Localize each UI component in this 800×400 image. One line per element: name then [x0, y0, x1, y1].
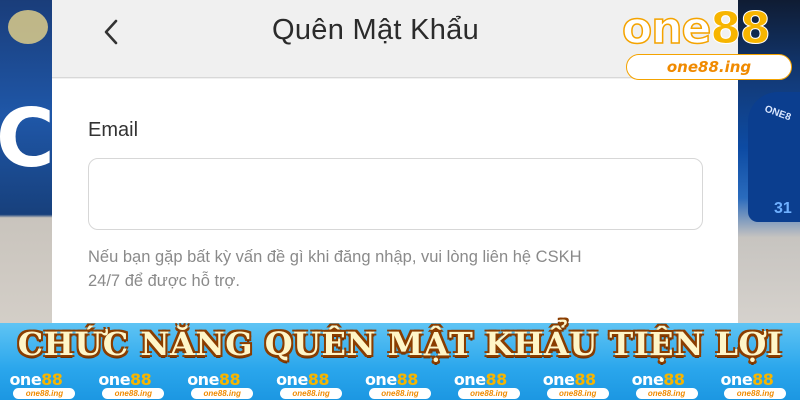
logo-88: 88	[710, 3, 771, 55]
watermark-logo: one88 one88.ing	[92, 371, 174, 400]
watermark-logo: one88 one88.ing	[448, 371, 530, 400]
caption-banner: CHỨC NĂNG QUÊN MẬT KHẨU TIỆN LỢI one88 on…	[0, 323, 800, 400]
background-photo-left: C	[0, 0, 52, 330]
watermark-logo: one88 one88.ing	[537, 371, 619, 400]
watermark-one: one	[9, 370, 42, 389]
watermark-one: one	[453, 370, 486, 389]
watermark-88: 88	[485, 370, 508, 389]
watermark-wordmark: one88	[276, 370, 330, 389]
email-label: Email	[88, 119, 139, 141]
watermark-one: one	[542, 370, 575, 389]
watermark-one: one	[187, 370, 219, 389]
watermark-wordmark: one88	[364, 370, 419, 389]
watermark-one: one	[276, 370, 308, 389]
watermark-one: one	[98, 370, 131, 389]
watermark-wordmark: one88	[542, 370, 597, 389]
watermark-logo: one88 one88.ing	[3, 371, 85, 400]
hint-line-2: 24/7 để được hỗ trợ.	[88, 272, 240, 290]
watermark-wordmark: one88	[720, 370, 774, 389]
watermark-one: one	[631, 370, 664, 389]
watermark-domain: one88.ing	[368, 388, 431, 399]
watermark-domain: one88.ing	[546, 388, 609, 399]
jersey-number: 31	[774, 200, 792, 217]
watermark-wordmark: one88	[9, 370, 63, 389]
watermark-88: 88	[396, 370, 419, 389]
watermark-logo: one88 one88.ing	[359, 371, 441, 400]
support-hint: Nếu bạn gặp bất kỳ vấn đề gì khi đăng nh…	[88, 245, 708, 293]
watermark-logo: one88 one88.ing	[714, 371, 796, 400]
watermark-domain: one88.ing	[724, 388, 787, 399]
banner-title: CHỨC NĂNG QUÊN MẬT KHẨU TIỆN LỢI	[17, 325, 783, 363]
chevron-left-icon	[104, 19, 118, 45]
watermark-logo: one88 one88.ing	[181, 371, 263, 400]
brand-logo: one88 one88.ing	[618, 2, 800, 84]
watermark-88: 88	[307, 370, 330, 389]
background-letter: C	[0, 92, 52, 185]
back-button[interactable]	[96, 16, 126, 48]
watermark-logo: one88 one88.ing	[270, 371, 352, 400]
watermark-88: 88	[41, 370, 63, 389]
watermark-88: 88	[574, 370, 596, 389]
watermark-row: one88 one88.ing one88 one88.ing one88 one88.i…	[0, 371, 800, 400]
logo-domain: one88.ing	[626, 54, 792, 80]
watermark-one: one	[364, 370, 397, 389]
watermark-logo: one88 one88.ing	[626, 371, 708, 400]
watermark-88: 88	[218, 370, 241, 389]
watermark-wordmark: one88	[631, 370, 686, 389]
background-decoration	[8, 10, 48, 44]
watermark-domain: one88.ing	[280, 388, 343, 399]
watermark-one: one	[720, 370, 753, 389]
logo-one: one	[621, 2, 712, 55]
watermark-domain: one88.ing	[457, 388, 520, 399]
form-content: Email Nếu bạn gặp bất kỳ vấn đề gì khi đ…	[52, 79, 738, 330]
watermark-domain: one88.ing	[13, 388, 76, 399]
hint-line-1: Nếu bạn gặp bất kỳ vấn đề gì khi đăng nh…	[88, 248, 582, 266]
page-title: Quên Mật Khẩu	[272, 14, 480, 46]
watermark-domain: one88.ing	[191, 388, 254, 399]
watermark-88: 88	[752, 370, 774, 389]
watermark-wordmark: one88	[187, 370, 241, 389]
watermark-domain: one88.ing	[635, 388, 698, 399]
watermark-wordmark: one88	[453, 370, 508, 389]
watermark-88: 88	[663, 370, 685, 389]
watermark-88: 88	[130, 370, 152, 389]
watermark-wordmark: one88	[98, 370, 152, 389]
watermark-domain: one88.ing	[102, 388, 165, 399]
logo-wordmark: one88	[621, 2, 771, 56]
email-input[interactable]	[88, 158, 703, 230]
